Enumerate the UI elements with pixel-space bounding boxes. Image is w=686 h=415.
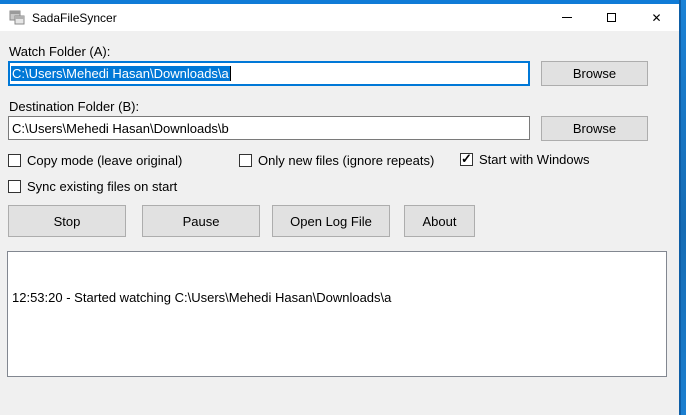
checkbox-label: Only new files (ignore repeats) — [258, 153, 435, 168]
checkbox-box: ✓ — [8, 154, 21, 167]
screen: SadaFileSyncer ✕ Watch Folder (A): C:\Us… — [0, 0, 686, 415]
maximize-icon — [607, 13, 616, 22]
checkbox-start-with-windows[interactable]: ✓ Start with Windows — [460, 152, 590, 167]
window-title: SadaFileSyncer — [32, 10, 117, 25]
caption-buttons: ✕ — [544, 4, 679, 31]
checkbox-box: ✓ — [8, 180, 21, 193]
maximize-button[interactable] — [589, 4, 634, 31]
desktop-background — [679, 0, 686, 415]
text-caret — [229, 66, 231, 81]
watch-folder-label: Watch Folder (A): — [9, 44, 111, 59]
checkbox-copy-mode[interactable]: ✓ Copy mode (leave original) — [8, 153, 182, 168]
log-line: 12:53:20 - Started watching C:\Users\Meh… — [12, 290, 392, 305]
close-icon: ✕ — [651, 10, 662, 25]
stop-button[interactable]: Stop — [8, 205, 126, 237]
checkbox-label: Sync existing files on start — [27, 179, 178, 194]
checkbox-box: ✓ — [239, 154, 252, 167]
destination-folder-input[interactable] — [8, 116, 530, 140]
checkbox-label: Copy mode (leave original) — [27, 153, 183, 168]
destination-folder-label: Destination Folder (B): — [9, 99, 140, 114]
check-icon: ✓ — [461, 151, 472, 166]
app-icon — [9, 10, 25, 24]
browse-watch-button[interactable]: Browse — [541, 61, 648, 86]
watch-folder-input[interactable]: C:\Users\Mehedi Hasan\Downloads\a — [8, 61, 530, 86]
pause-button[interactable]: Pause — [142, 205, 260, 237]
log-output[interactable]: 12:53:20 - Started watching C:\Users\Meh… — [7, 251, 667, 377]
minimize-button[interactable] — [544, 4, 589, 31]
checkbox-sync-existing[interactable]: ✓ Sync existing files on start — [8, 179, 177, 194]
browse-destination-button[interactable]: Browse — [541, 116, 648, 141]
open-log-file-button[interactable]: Open Log File — [272, 205, 390, 237]
title-bar[interactable]: SadaFileSyncer ✕ — [0, 0, 679, 31]
about-button[interactable]: About — [404, 205, 475, 237]
app-window: SadaFileSyncer ✕ Watch Folder (A): C:\Us… — [0, 0, 679, 415]
checkbox-label: Start with Windows — [479, 152, 590, 167]
close-button[interactable]: ✕ — [634, 4, 679, 31]
watch-folder-value: C:\Users\Mehedi Hasan\Downloads\a — [11, 66, 230, 81]
checkbox-box: ✓ — [460, 151, 473, 166]
minimize-icon — [561, 17, 572, 18]
checkbox-only-new-files[interactable]: ✓ Only new files (ignore repeats) — [239, 153, 434, 168]
